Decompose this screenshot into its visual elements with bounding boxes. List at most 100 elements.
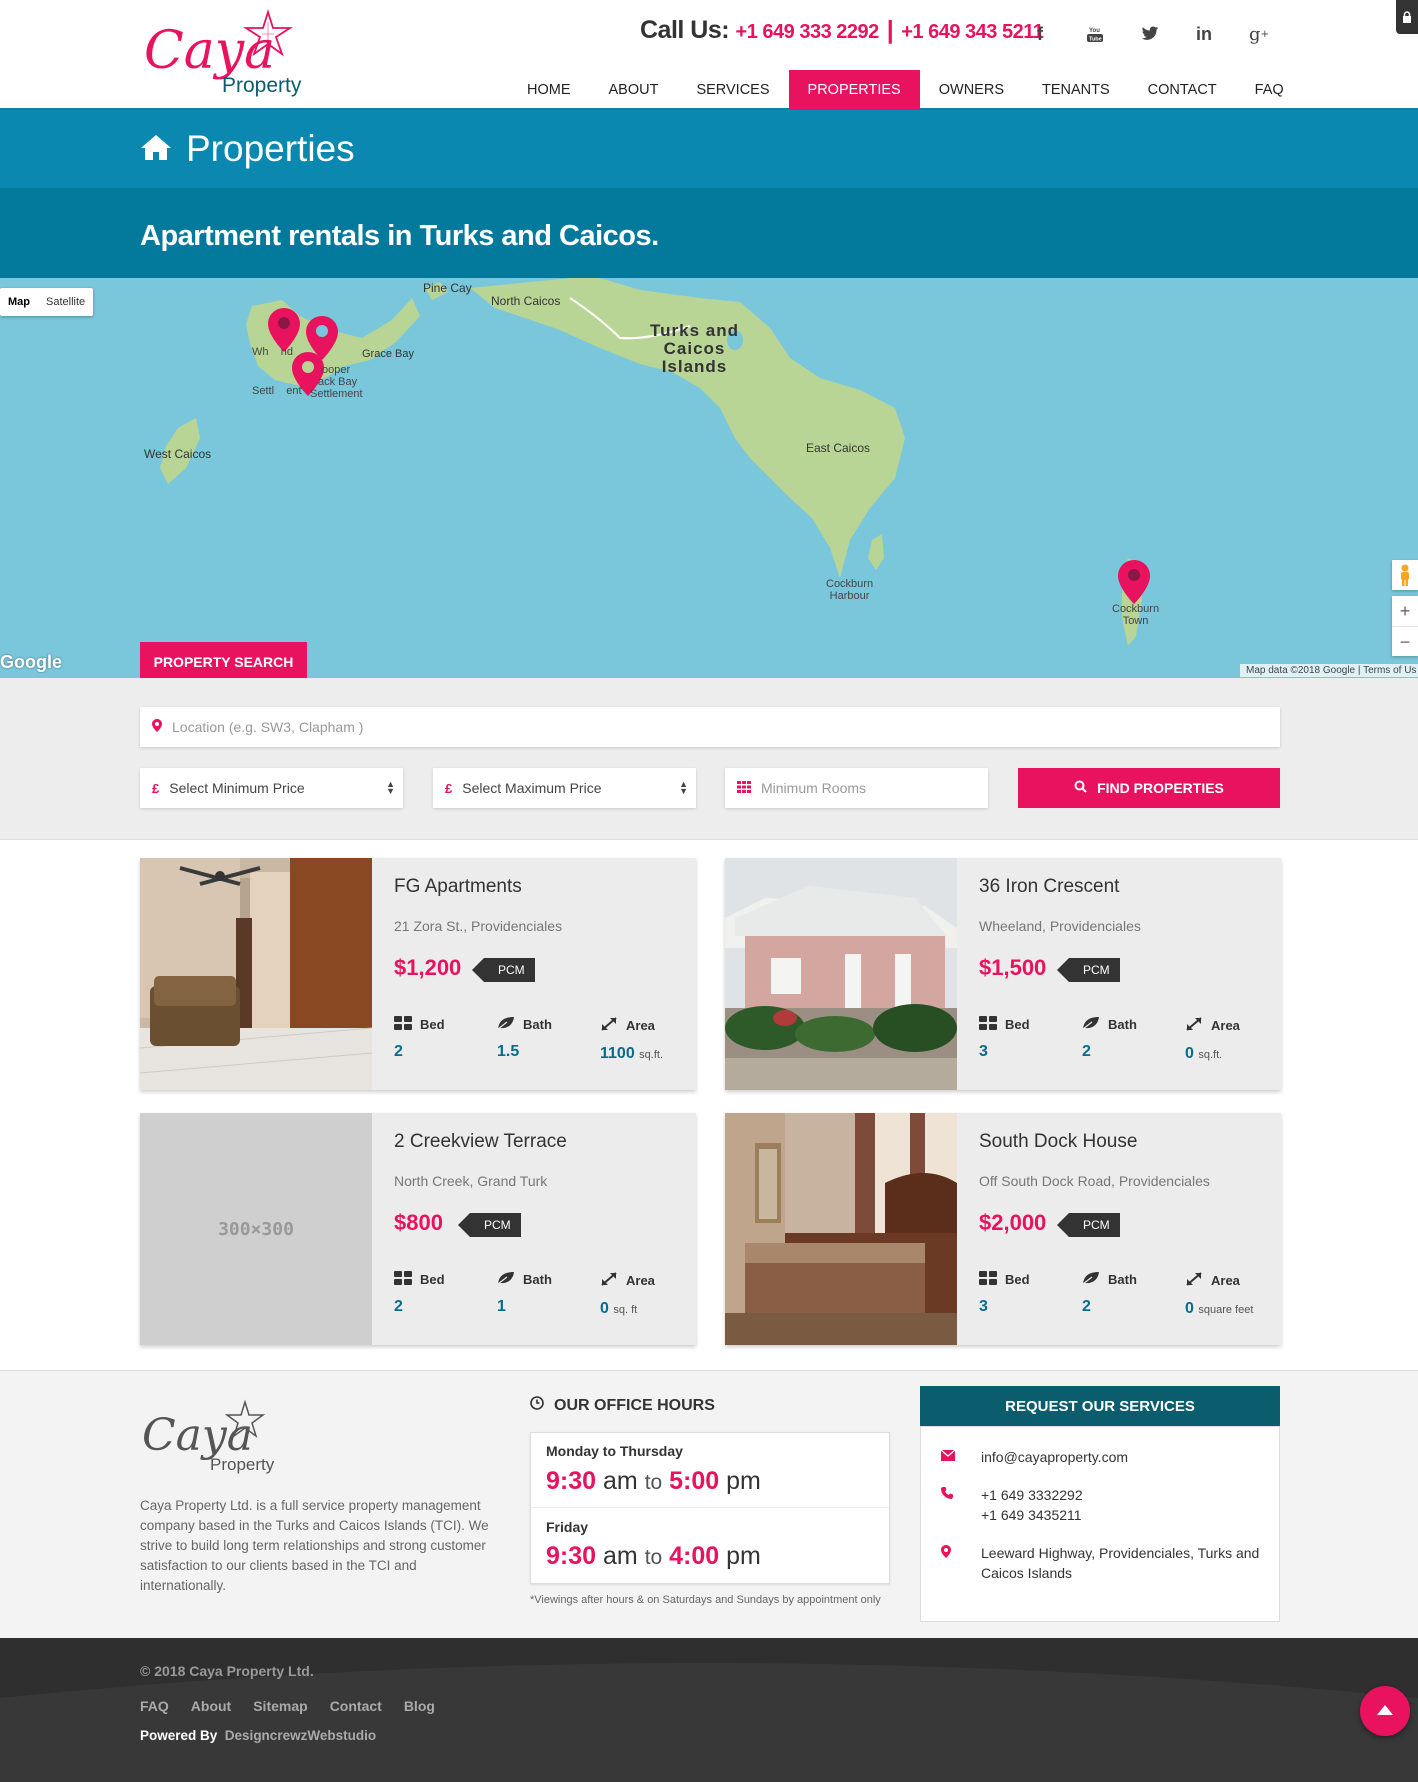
hours-close: 5:00 — [669, 1467, 720, 1495]
hours-day: Monday to Thursday — [546, 1443, 683, 1459]
min-price-select[interactable]: £ Select Minimum Price ▲ ▼ — [140, 768, 403, 808]
area-feature: Area 0 sq. ft — [600, 1271, 655, 1318]
property-card[interactable]: South Dock House Off South Dock Road, Pr… — [725, 1113, 1281, 1345]
call-us-label: Call Us: — [640, 16, 730, 44]
youtube-icon[interactable]: You Tube — [1079, 18, 1111, 50]
nav-tenants[interactable]: TENANTS — [1023, 70, 1129, 110]
nav-services[interactable]: SERVICES — [677, 70, 788, 110]
phone-link-1[interactable]: +1 649 333 2292 — [736, 21, 880, 43]
property-card[interactable]: FG Apartments 21 Zora St., Providenciale… — [140, 858, 696, 1090]
property-name[interactable]: 2 Creekview Terrace — [394, 1131, 567, 1153]
max-price-select[interactable]: £ Select Maximum Price ▲ ▼ — [433, 768, 696, 808]
property-search-tab[interactable]: PROPERTY SEARCH — [140, 642, 307, 682]
map-label-cooper-line3: Settlement — [310, 388, 363, 400]
find-properties-label: FIND PROPERTIES — [1097, 780, 1224, 796]
contact-phone-2[interactable]: +1 649 3435211 — [981, 1505, 1082, 1525]
find-properties-button[interactable]: FIND PROPERTIES — [1018, 768, 1280, 808]
back-to-top-button[interactable] — [1360, 1686, 1410, 1736]
phone-link-2[interactable]: +1 649 343 5211 — [901, 21, 1044, 43]
leaf-icon — [1082, 1016, 1100, 1033]
property-photo[interactable] — [140, 858, 372, 1090]
area-label: Area — [1211, 1018, 1240, 1033]
area-value: 0 — [600, 1300, 609, 1317]
properties-map[interactable]: Pine Cay North Caicos Turks and Caicos I… — [0, 278, 1418, 678]
nav-home[interactable]: HOME — [508, 70, 590, 110]
map-label-west-caicos: West Caicos — [144, 447, 212, 461]
map-marker-icon — [941, 1545, 951, 1561]
google-plus-icon[interactable]: g + — [1243, 18, 1275, 50]
nav-contact[interactable]: CONTACT — [1129, 70, 1236, 110]
svg-text:Tube: Tube — [1089, 37, 1102, 43]
property-card[interactable]: 300×300 2 Creekview Terrace North Creek,… — [140, 1113, 696, 1345]
bath-value: 1.5 — [497, 1043, 520, 1060]
nav-about[interactable]: ABOUT — [590, 70, 678, 110]
map-attribution[interactable]: Map data ©2018 Google | Terms of Us — [1240, 664, 1418, 677]
request-services-heading: REQUEST OUR SERVICES — [920, 1386, 1280, 1426]
envelope-icon — [940, 1449, 956, 1464]
linkedin-icon[interactable]: in — [1188, 18, 1220, 50]
bed-label: Bed — [420, 1017, 445, 1032]
bath-feature: Bath 2 — [1082, 1016, 1137, 1061]
pound-icon: £ — [152, 780, 160, 796]
expand-arrows-icon — [1185, 1271, 1203, 1290]
property-photo[interactable] — [725, 858, 957, 1090]
powered-by-link[interactable]: DesigncrewzWebstudio — [225, 1728, 376, 1743]
footer-link-blog[interactable]: Blog — [404, 1698, 435, 1714]
area-value: 1100 — [600, 1045, 635, 1062]
nav-owners[interactable]: OWNERS — [920, 70, 1023, 110]
footer-logo-sub: Property — [210, 1455, 275, 1474]
bath-label: Bath — [1108, 1017, 1137, 1032]
footer-link-about[interactable]: About — [191, 1698, 231, 1714]
nav-faq[interactable]: FAQ — [1236, 70, 1303, 110]
expand-arrows-icon — [1185, 1016, 1203, 1035]
map-type-control: Map Satellite — [0, 288, 94, 316]
bed-feature: Bed 3 — [979, 1016, 1030, 1061]
price-period-badge: PCM — [472, 958, 535, 982]
hours-divider — [531, 1507, 889, 1508]
map-label-cockburn-harbour-line2: Harbour — [829, 590, 870, 602]
bath-label: Bath — [523, 1272, 552, 1287]
footer-link-faq[interactable]: FAQ — [140, 1698, 169, 1714]
contact-phone-1[interactable]: +1 649 3332292 — [981, 1485, 1083, 1505]
map-type-satellite-button[interactable]: Satellite — [38, 288, 93, 316]
property-photo-placeholder[interactable]: 300×300 — [140, 1113, 372, 1345]
select-arrows-icon: ▲ ▼ — [679, 779, 688, 796]
map-label-cockburn-harbour-line1: Cockburn — [826, 578, 874, 590]
caya-property-logo[interactable]: Caya Property — [140, 6, 310, 98]
bed-label: Bed — [1005, 1017, 1030, 1032]
zoom-in-button[interactable]: + — [1392, 596, 1418, 626]
map-pin-icon[interactable] — [1118, 560, 1150, 604]
zoom-out-button[interactable]: − — [1392, 626, 1418, 656]
bath-feature: Bath 1 — [497, 1271, 552, 1316]
map-label-cooper-line1: ooper — [322, 364, 351, 376]
hours-open-unit: am — [603, 1467, 638, 1495]
phone-icon — [941, 1487, 953, 1502]
area-value-row: 0 sq. ft — [600, 1300, 655, 1318]
footer-logo[interactable]: Caya Property — [140, 1398, 280, 1478]
logo-sub-text: Property — [222, 74, 302, 97]
bed-icon — [979, 1016, 997, 1033]
property-name[interactable]: FG Apartments — [394, 876, 522, 898]
property-price: $1,200 — [394, 955, 462, 980]
map-type-map-button[interactable]: Map — [0, 288, 38, 316]
property-name[interactable]: 36 Iron Crescent — [979, 876, 1119, 898]
location-input[interactable]: Location (e.g. SW3, Clapham ) — [140, 707, 1280, 747]
property-card[interactable]: 36 Iron Crescent Wheeland, Providenciale… — [725, 858, 1281, 1090]
contact-email[interactable]: info@cayaproperty.com — [981, 1447, 1128, 1467]
lock-icon[interactable] — [1396, 0, 1418, 34]
twitter-icon[interactable] — [1134, 18, 1166, 50]
hours-close-unit: pm — [726, 1542, 761, 1570]
footer-link-contact[interactable]: Contact — [330, 1698, 382, 1714]
property-address: Wheeland, Providenciales — [979, 918, 1141, 934]
footer-link-sitemap[interactable]: Sitemap — [253, 1698, 307, 1714]
area-feature: Area 0 sq.ft. — [1185, 1016, 1240, 1063]
min-rooms-input[interactable]: Minimum Rooms — [725, 768, 988, 808]
property-name[interactable]: South Dock House — [979, 1131, 1137, 1153]
property-photo[interactable] — [725, 1113, 957, 1345]
call-us: Call Us: +1 649 333 2292 | +1 649 343 5211 — [640, 16, 1044, 45]
street-view-pegman-icon[interactable] — [1392, 560, 1418, 590]
bath-label: Bath — [1108, 1272, 1137, 1287]
facebook-icon[interactable]: f — [1024, 18, 1056, 50]
max-price-value: Select Maximum Price — [462, 780, 602, 796]
nav-properties[interactable]: PROPERTIES — [788, 70, 920, 110]
